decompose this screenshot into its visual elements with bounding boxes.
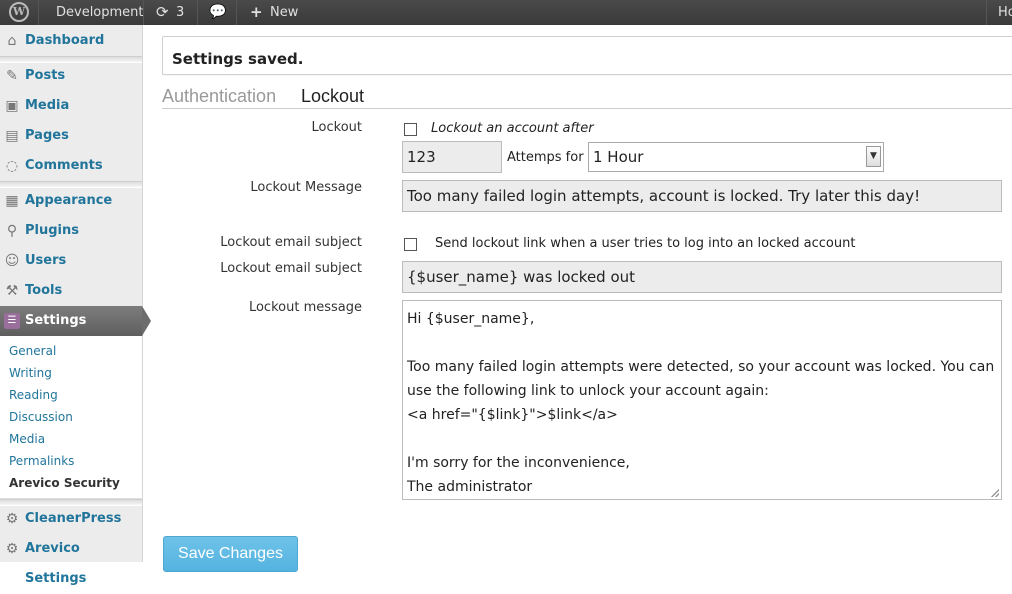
menu-item-pages[interactable]: ▤ Pages [0,121,142,151]
menu-item-users[interactable]: ☺ Users [0,246,142,276]
menu-label: CleanerPress [25,511,122,526]
admin-bar: W Development ⟳ 3 💬 + New Ho [0,0,1012,25]
email-message-label: Lockout message [248,300,362,315]
menu-label: Tools [25,283,63,298]
lockout-message-input[interactable]: Too many failed login attempts, account … [402,180,1002,212]
attempts-for-label: Attemps for [507,150,584,165]
updates-count[interactable]: 3 [176,0,184,25]
send-link-text: Send lockout link when a user tries to l… [435,236,856,251]
tools-icon: ⚒ [5,283,19,299]
comment-icon: ◌ [5,158,19,174]
gear-icon: ⚙ [5,511,19,527]
plug-icon: ⚲ [6,223,18,239]
pin-icon: ✎ [6,68,18,84]
new-content-link[interactable]: New [270,0,298,25]
menu-label: Media [25,98,70,113]
divider [143,0,144,25]
menu-item-comments[interactable]: ◌ Comments [0,151,142,181]
resize-grip-icon[interactable] [991,489,999,497]
comment-icon[interactable]: 💬 [209,0,226,25]
tab-lockout[interactable]: Lockout [301,84,364,108]
howdy-link[interactable]: Ho [998,0,1012,25]
menu-item-appearance[interactable]: ▦ Appearance [0,186,142,216]
submenu-item-general[interactable]: General [9,344,56,358]
pages-icon: ▤ [5,128,19,144]
current-menu-arrow [142,306,151,336]
submenu-item-reading[interactable]: Reading [9,388,58,402]
settings-submenu: General Writing Reading Discussion Media… [0,336,142,499]
plus-icon[interactable]: + [250,0,263,25]
save-changes-button[interactable]: Save Changes [163,536,298,572]
send-link-checkbox[interactable] [404,238,417,251]
divider [197,0,198,25]
menu-label: Comments [25,158,103,173]
divider [38,0,39,25]
menu-item-settings[interactable]: ☰ Settings [0,306,151,336]
media-icon: ▣ [5,98,19,114]
email-subject-input[interactable]: {$user_name} was locked out [402,261,1002,293]
menu-label: Users [25,253,67,268]
menu-label: Posts [25,68,66,83]
submenu-item-media[interactable]: Media [9,432,45,446]
divider [986,0,987,25]
menu-label: Appearance [25,193,113,208]
menu-item-arevico-settings[interactable]: ⚙ Arevico Settings [0,534,142,586]
submenu-item-writing[interactable]: Writing [9,366,52,380]
lockout-label: Lockout [311,120,362,135]
duration-selected-value: 1 Hour [593,148,644,166]
lockout-checkbox[interactable] [404,123,417,136]
notice-text: Settings saved. [172,50,304,68]
menu-item-posts[interactable]: ✎ Posts [0,61,142,91]
settings-saved-notice: Settings saved. [162,36,1012,75]
dashboard-icon: ⌂ [7,33,17,49]
divider [236,0,237,25]
menu-item-plugins[interactable]: ⚲ Plugins [0,216,142,246]
lockout-checkbox-text: Lockout an account after [431,121,594,136]
menu-item-dashboard[interactable]: ⌂ Dashboard [0,26,142,56]
gear-icon: ⚙ [5,541,19,557]
email-message-textarea[interactable]: Hi {$user_name}, Too many failed login a… [402,300,1002,500]
wordpress-logo-icon[interactable]: W [9,2,29,22]
lockout-message-label: Lockout Message [250,180,362,195]
admin-sidebar: ⌂ Dashboard ✎ Posts ▣ Media ▤ Pages ◌ Co… [0,25,151,586]
settings-icon: ☰ [4,313,20,329]
menu-label: Arevico Settings [25,541,87,586]
menu-label: Pages [25,128,69,143]
updates-icon[interactable]: ⟳ [156,0,169,25]
chevron-down-icon[interactable]: ▼ [866,146,881,167]
appearance-icon: ▦ [5,193,19,209]
tab-authentication[interactable]: Authentication [162,84,276,108]
menu-label: Settings [25,313,87,328]
users-icon: ☺ [4,253,20,269]
email-message-text: Hi {$user_name}, Too many failed login a… [407,311,995,495]
tab-bar: Authentication Lockout [162,84,1012,109]
email-subject-label: Lockout email subject [220,235,362,250]
duration-select[interactable]: 1 Hour ▼ [588,142,884,172]
submenu-item-discussion[interactable]: Discussion [9,410,73,424]
menu-item-tools[interactable]: ⚒ Tools [0,276,142,306]
site-name-link[interactable]: Development [56,0,144,25]
menu-item-media[interactable]: ▣ Media [0,91,142,121]
submenu-item-permalinks[interactable]: Permalinks [9,454,74,468]
menu-label: Plugins [25,223,79,238]
menu-item-cleanerpress[interactable]: ⚙ CleanerPress [0,504,142,534]
email-subject-label: Lockout email subject [220,261,362,276]
attempts-input[interactable]: 123 [402,141,502,173]
submenu-item-arevico-security[interactable]: Arevico Security [9,476,120,490]
menu-label: Dashboard [25,33,105,48]
